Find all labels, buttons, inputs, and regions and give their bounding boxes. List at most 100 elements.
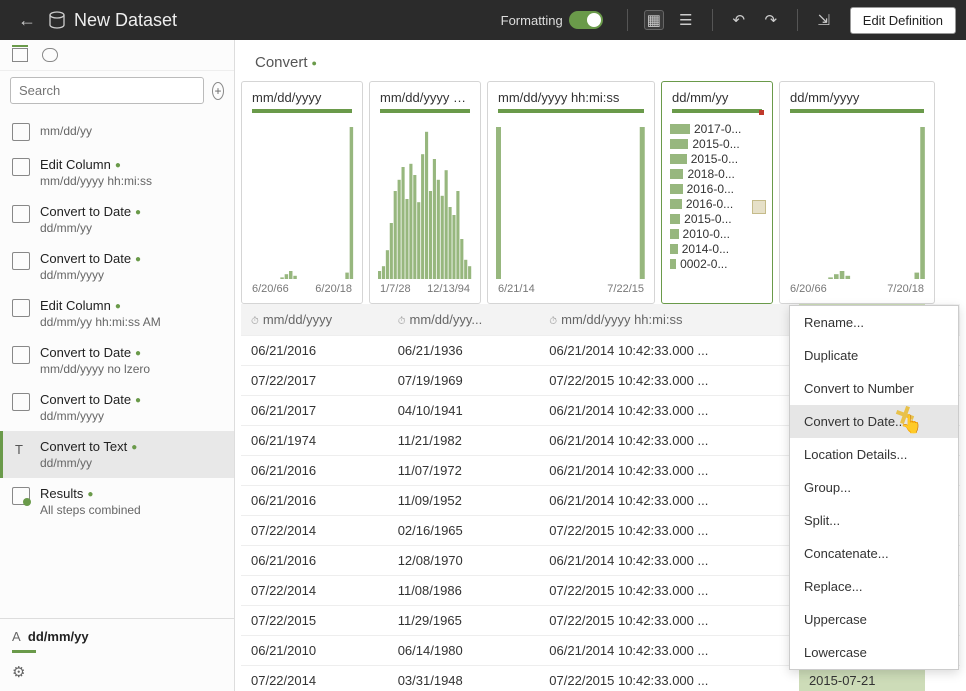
list-item: 2015-0... bbox=[670, 212, 764, 226]
column-card[interactable]: dd/mm/yyyy6/20/667/20/18 bbox=[779, 81, 935, 304]
step-item[interactable]: Edit Column● dd/mm/yy hh:mi:ss AM bbox=[0, 290, 234, 337]
context-menu-item[interactable]: Rename... bbox=[790, 306, 958, 339]
context-menu-item[interactable]: Duplicate bbox=[790, 339, 958, 372]
export-icon[interactable]: ⇲ bbox=[814, 10, 834, 30]
breadcrumb: Convert● bbox=[235, 40, 966, 81]
table-column-header[interactable]: ⏱mm/dd/yyyy hh:mi:ss bbox=[539, 304, 799, 336]
table-cell: 06/21/1974 bbox=[241, 426, 388, 456]
list-item: 2017-0... bbox=[670, 122, 764, 136]
view-mode-db-icon[interactable] bbox=[12, 48, 28, 62]
table-cell: 07/19/1969 bbox=[388, 366, 540, 396]
table-cell: 11/09/1952 bbox=[388, 486, 540, 516]
table-cell: 06/21/2016 bbox=[241, 486, 388, 516]
column-name: dd/mm/yy bbox=[662, 82, 772, 109]
table-column-header[interactable]: ⏱mm/dd/yyy... bbox=[388, 304, 540, 336]
column-card[interactable]: dd/mm/yy2017-0...2015-0...2015-0...2018-… bbox=[661, 81, 773, 304]
column-name: dd/mm/yyyy bbox=[780, 82, 934, 109]
column-context-menu: Rename...DuplicateConvert to NumberConve… bbox=[789, 305, 959, 670]
list-item: 2014-0... bbox=[670, 242, 764, 256]
context-menu-item[interactable]: Concatenate... bbox=[790, 537, 958, 570]
column-histogram bbox=[780, 119, 934, 279]
table-cell: 11/21/1982 bbox=[388, 426, 540, 456]
view-mode-pill-icon[interactable] bbox=[42, 48, 58, 62]
content-area: Convert● mm/dd/yyyy6/20/666/20/18mm/dd/y… bbox=[235, 40, 966, 691]
footer-column-type: A dd/mm/yy bbox=[12, 629, 222, 644]
column-card[interactable]: mm/dd/yyyy6/20/666/20/18 bbox=[241, 81, 363, 304]
table-cell: 11/08/1986 bbox=[388, 576, 540, 606]
list-item: 0002-0... bbox=[670, 257, 764, 271]
step-title: Edit Column● bbox=[40, 298, 161, 313]
table-cell: 07/22/2015 10:42:33.000 ... bbox=[539, 366, 799, 396]
table-cell: 06/21/2014 10:42:33.000 ... bbox=[539, 486, 799, 516]
step-icon bbox=[12, 299, 30, 317]
table-cell: 06/21/2010 bbox=[241, 636, 388, 666]
column-histogram bbox=[242, 119, 362, 279]
column-card[interactable]: mm/dd/yyyy hh:mi:ss6/21/147/22/15 bbox=[487, 81, 655, 304]
top-bar: ← New Dataset Formatting ▦ ☰ ↶ ↷ ⇲ Edit … bbox=[0, 0, 966, 40]
view-list-icon[interactable]: ☰ bbox=[676, 10, 696, 30]
column-quality-bar bbox=[498, 109, 644, 113]
context-menu-item[interactable]: Split... bbox=[790, 504, 958, 537]
list-item: 2018-0... bbox=[670, 167, 764, 181]
table-cell: 07/22/2014 bbox=[241, 666, 388, 691]
dataset-icon bbox=[48, 11, 66, 29]
context-menu-item[interactable]: Convert to Number bbox=[790, 372, 958, 405]
back-button[interactable]: ← bbox=[10, 10, 44, 31]
step-subtitle: mm/dd/yyyy no lzero bbox=[40, 362, 150, 376]
step-item[interactable]: Edit Column●mm/dd/yyyy hh:mi:ss bbox=[0, 149, 234, 196]
table-cell: 06/21/2014 10:42:33.000 ... bbox=[539, 456, 799, 486]
table-cell: 11/29/1965 bbox=[388, 606, 540, 636]
table-cell: 06/21/2016 bbox=[241, 336, 388, 366]
step-item[interactable]: mm/dd/yy bbox=[0, 114, 234, 149]
step-subtitle: dd/mm/yy bbox=[40, 456, 137, 470]
column-histogram bbox=[370, 119, 480, 279]
edit-definition-button[interactable]: Edit Definition bbox=[850, 7, 956, 34]
table-cell: 06/21/2017 bbox=[241, 396, 388, 426]
step-subtitle: mm/dd/yyyy hh:mi:ss bbox=[40, 174, 152, 188]
table-cell: 11/07/1972 bbox=[388, 456, 540, 486]
list-item: 2015-0... bbox=[670, 152, 764, 166]
list-item: 2015-0... bbox=[670, 137, 764, 151]
list-item: 2016-0... bbox=[670, 197, 764, 211]
column-card[interactable]: mm/dd/yyyy n...1/7/2812/13/94 bbox=[369, 81, 481, 304]
step-subtitle: dd/mm/yy hh:mi:ss AM bbox=[40, 315, 161, 329]
undo-icon[interactable]: ↶ bbox=[729, 10, 749, 30]
table-cell: 03/31/1948 bbox=[388, 666, 540, 691]
step-title: Convert to Date● bbox=[40, 251, 141, 266]
column-name: mm/dd/yyyy hh:mi:ss bbox=[488, 82, 654, 109]
context-menu-item[interactable]: Convert to Date... bbox=[790, 405, 958, 438]
steps-list: mm/dd/yyEdit Column●mm/dd/yyyy hh:mi:ssC… bbox=[0, 110, 234, 618]
column-quality-bar bbox=[672, 109, 762, 113]
step-item[interactable]: Results●All steps combined bbox=[0, 478, 234, 525]
column-previews: mm/dd/yyyy6/20/666/20/18mm/dd/yyyy n...1… bbox=[235, 81, 966, 304]
add-step-button[interactable]: + bbox=[212, 82, 224, 100]
settings-gear-icon[interactable]: ⚙ bbox=[12, 663, 222, 681]
view-grid-icon[interactable]: ▦ bbox=[644, 10, 664, 30]
context-menu-item[interactable]: Location Details... bbox=[790, 438, 958, 471]
table-cell: 06/21/2016 bbox=[241, 456, 388, 486]
step-title: Convert to Date● bbox=[40, 345, 150, 360]
context-menu-item[interactable]: Uppercase bbox=[790, 603, 958, 636]
list-item: 2010-0... bbox=[670, 227, 764, 241]
step-item[interactable]: Convert to Date●dd/mm/yyyy bbox=[0, 384, 234, 431]
column-axis: 1/7/2812/13/94 bbox=[370, 279, 480, 303]
context-menu-item[interactable]: Group... bbox=[790, 471, 958, 504]
context-menu-item[interactable]: Lowercase bbox=[790, 636, 958, 669]
step-item[interactable]: Convert to Date●dd/mm/yy bbox=[0, 196, 234, 243]
search-input[interactable] bbox=[10, 77, 204, 104]
table-cell: 06/14/1980 bbox=[388, 636, 540, 666]
table-cell: 07/22/2017 bbox=[241, 366, 388, 396]
table-cell: 07/22/2015 bbox=[241, 606, 388, 636]
step-subtitle: dd/mm/yyyy bbox=[40, 409, 141, 423]
table-column-header[interactable]: ⏱mm/dd/yyyy bbox=[241, 304, 388, 336]
step-item[interactable]: TConvert to Text●dd/mm/yy bbox=[0, 431, 234, 478]
table-cell: 07/22/2014 bbox=[241, 576, 388, 606]
context-menu-item[interactable]: Replace... bbox=[790, 570, 958, 603]
error-indicator-icon bbox=[759, 110, 764, 115]
step-item[interactable]: Convert to Date● mm/dd/yyyy no lzero bbox=[0, 337, 234, 384]
table-cell: 02/16/1965 bbox=[388, 516, 540, 546]
table-cell: 07/22/2015 10:42:33.000 ... bbox=[539, 576, 799, 606]
formatting-toggle[interactable] bbox=[569, 11, 603, 29]
step-item[interactable]: Convert to Date●dd/mm/yyyy bbox=[0, 243, 234, 290]
redo-icon[interactable]: ↷ bbox=[761, 10, 781, 30]
